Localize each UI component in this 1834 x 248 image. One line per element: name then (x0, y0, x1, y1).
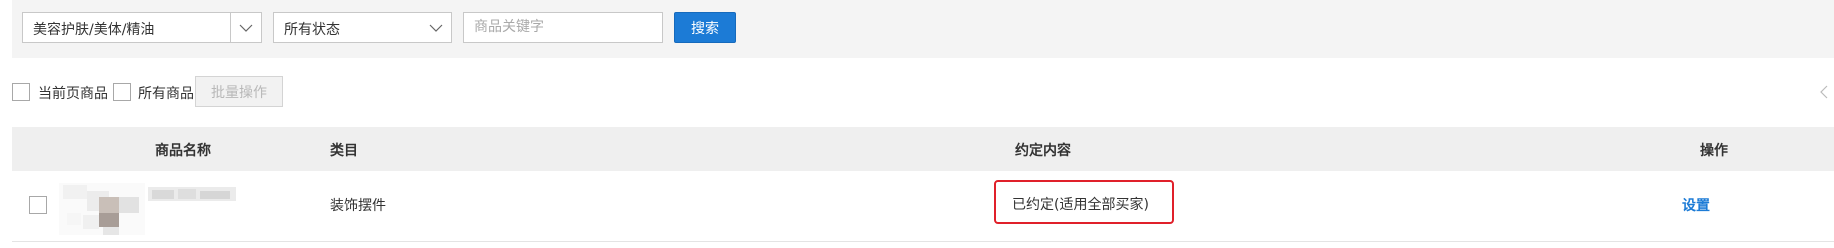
product-name-redacted (148, 187, 236, 201)
batch-operation-label: 批量操作 (211, 84, 267, 101)
column-header-category: 类目 (330, 143, 358, 159)
filter-bar: 美容护肤/美体/精油 所有状态 搜索 (12, 0, 1834, 58)
agreement-highlight-box: 已约定(适用全部买家) (994, 180, 1174, 224)
table-header: 商品名称 类目 约定内容 操作 (12, 127, 1834, 171)
column-header-name: 商品名称 (155, 143, 211, 159)
table-row: 装饰摆件 已约定(适用全部买家) 设置 (12, 171, 1834, 242)
category-select[interactable]: 美容护肤/美体/精油 (22, 12, 262, 43)
row-agreement: 已约定(适用全部买家) (1012, 197, 1149, 213)
keyword-search-input[interactable] (474, 13, 654, 41)
chevron-down-icon[interactable] (421, 13, 451, 42)
search-button-label: 搜索 (691, 20, 719, 37)
current-page-checkbox[interactable] (12, 83, 30, 101)
current-page-label: 当前页商品 (38, 86, 108, 102)
settings-link[interactable]: 设置 (1682, 195, 1710, 215)
chevron-left-icon[interactable] (1820, 84, 1828, 103)
status-select-value: 所有状态 (284, 22, 340, 38)
keyword-search-field[interactable] (463, 12, 663, 43)
all-items-checkbox[interactable] (113, 83, 131, 101)
status-select[interactable]: 所有状态 (273, 12, 452, 43)
category-select-value: 美容护肤/美体/精油 (33, 22, 155, 38)
row-checkbox[interactable] (29, 196, 47, 214)
batch-operation-button[interactable]: 批量操作 (195, 76, 283, 107)
column-header-agreement: 约定内容 (1015, 143, 1071, 159)
search-button[interactable]: 搜索 (674, 12, 736, 43)
column-header-action: 操作 (1700, 143, 1728, 159)
product-thumbnail[interactable] (59, 183, 145, 235)
chevron-down-icon[interactable] (230, 13, 261, 42)
row-category: 装饰摆件 (330, 198, 386, 214)
all-items-label: 所有商品 (138, 86, 194, 102)
